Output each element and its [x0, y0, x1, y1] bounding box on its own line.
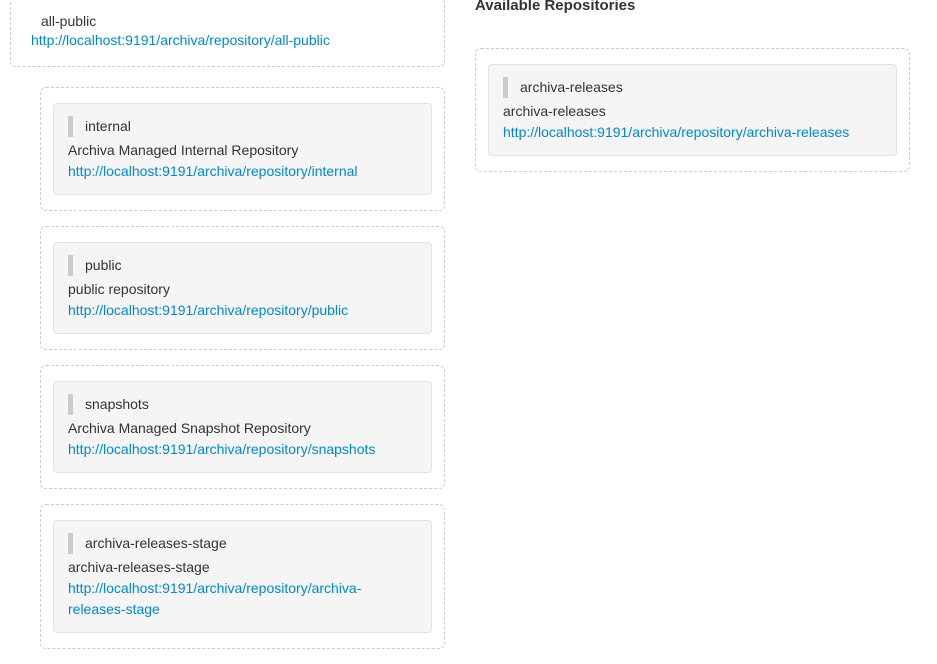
repo-card[interactable]: snapshots Archiva Managed Snapshot Repos…	[40, 365, 445, 489]
repo-card[interactable]: public public repository http://localhos…	[40, 226, 445, 350]
repo-well: public public repository http://localhos…	[53, 242, 432, 334]
repo-card[interactable]: archiva-releases archiva-releases http:/…	[475, 48, 910, 172]
repo-id: snapshots	[68, 394, 417, 415]
repo-id: all-public	[41, 13, 424, 29]
repo-url-link[interactable]: http://localhost:9191/archiva/repository…	[503, 124, 849, 140]
repo-url-link[interactable]: http://localhost:9191/archiva/repository…	[68, 163, 358, 179]
repository-columns: all-public http://localhost:9191/archiva…	[0, 0, 920, 664]
repo-card[interactable]: archiva-releases-stage archiva-releases-…	[40, 504, 445, 649]
repo-url-link[interactable]: http://localhost:9191/archiva/repository…	[68, 580, 361, 617]
available-column: Available Repositories archiva-releases …	[475, 0, 910, 664]
repo-card[interactable]: internal Archiva Managed Internal Reposi…	[40, 87, 445, 211]
repo-well: snapshots Archiva Managed Snapshot Repos…	[53, 381, 432, 473]
repo-id: archiva-releases	[503, 77, 882, 98]
repo-desc: archiva-releases	[503, 101, 882, 122]
repo-card-main[interactable]: all-public http://localhost:9191/archiva…	[10, 0, 445, 67]
repo-desc: public repository	[68, 279, 417, 300]
repo-well: internal Archiva Managed Internal Reposi…	[53, 103, 432, 195]
repo-desc: Archiva Managed Snapshot Repository	[68, 418, 417, 439]
repo-desc: Archiva Managed Internal Repository	[68, 140, 417, 161]
repo-id: public	[68, 255, 417, 276]
repo-url-link[interactable]: http://localhost:9191/archiva/repository…	[68, 302, 348, 318]
repo-url-link[interactable]: http://localhost:9191/archiva/repository…	[31, 32, 330, 48]
repo-url-link[interactable]: http://localhost:9191/archiva/repository…	[68, 441, 375, 457]
repo-well: archiva-releases archiva-releases http:/…	[488, 64, 897, 156]
repo-desc: archiva-releases-stage	[68, 557, 417, 578]
repo-id: archiva-releases-stage	[68, 533, 417, 554]
repo-id: internal	[68, 116, 417, 137]
assigned-column: all-public http://localhost:9191/archiva…	[10, 0, 445, 664]
available-heading: Available Repositories	[475, 0, 910, 14]
repo-well: archiva-releases-stage archiva-releases-…	[53, 520, 432, 633]
